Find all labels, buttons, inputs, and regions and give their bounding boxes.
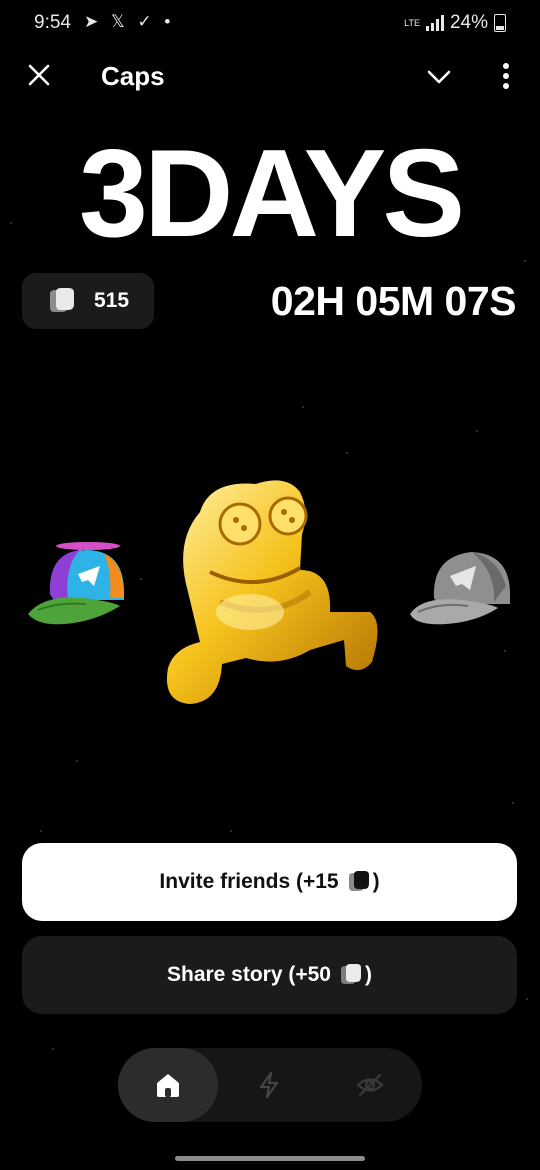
invite-button-label: Invite friends (+15 (159, 870, 339, 893)
nav-home-tab[interactable] (118, 1048, 218, 1122)
share-button-label: Share story (+50 (166, 963, 331, 986)
home-icon (157, 1074, 179, 1097)
nav-boost-tab[interactable] (219, 1048, 319, 1122)
eye-off-icon (356, 1073, 384, 1097)
battery-icon (494, 14, 506, 32)
more-vertical-icon[interactable] (492, 60, 520, 92)
battery-level: 24% (449, 12, 488, 33)
coin-icon (50, 288, 74, 312)
signal-icon (425, 15, 444, 31)
nav-hidden-tab[interactable] (320, 1048, 420, 1122)
notification-icons: ➤ 𝕏 ✓ • (84, 12, 175, 31)
balance-chip: 515 (22, 273, 154, 329)
share-button-suffix: ) (365, 963, 372, 986)
status-bar: 9:54 ➤ 𝕏 ✓ • LTE 24% (0, 0, 540, 46)
invite-friends-button[interactable]: Invite friends (+15 ) (22, 843, 517, 921)
grey-cap-image (410, 552, 510, 625)
propeller-cap-image (28, 542, 124, 625)
chevron-down-icon[interactable] (424, 62, 454, 92)
days-remaining: 3DAYS (78, 125, 465, 263)
lightning-icon (259, 1071, 279, 1099)
golden-frog-figure (166, 480, 378, 704)
coin-icon (341, 964, 361, 984)
status-time: 9:54 (34, 12, 71, 33)
invite-button-suffix: ) (372, 870, 380, 893)
top-bar: Caps (0, 50, 540, 104)
coin-icon (348, 871, 369, 891)
balance-value: 515 (94, 289, 130, 312)
close-icon[interactable] (24, 60, 54, 90)
countdown-timer: 02H 05M 07S (270, 278, 517, 324)
bottom-nav (118, 1048, 422, 1122)
status-right: LTE 24% (404, 12, 506, 34)
share-story-button[interactable]: Share story (+50 ) (22, 936, 517, 1014)
page-title: Caps (101, 61, 165, 91)
network-type: LTE (404, 17, 420, 28)
home-indicator[interactable] (175, 1156, 365, 1161)
